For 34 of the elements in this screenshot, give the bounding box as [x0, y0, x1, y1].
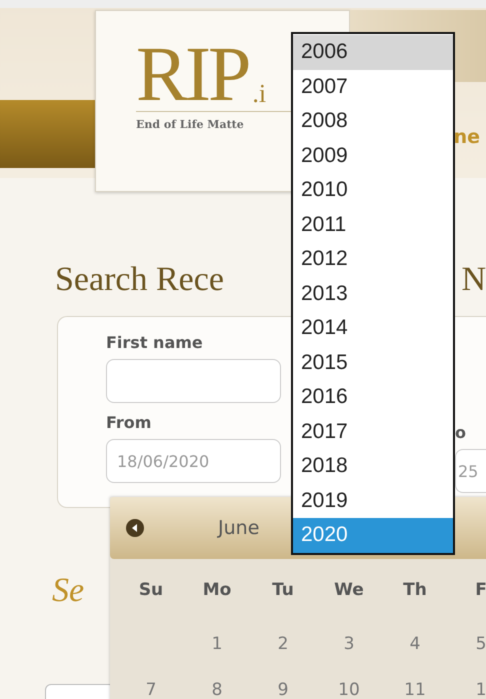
- calendar-day[interactable]: 1: [184, 621, 250, 667]
- to-date-field[interactable]: 25: [455, 449, 486, 493]
- field-label: o: [455, 422, 467, 444]
- calendar-day[interactable]: 1: [448, 667, 486, 699]
- page-heading: Search Rece: [55, 260, 224, 300]
- month-label[interactable]: June: [218, 517, 260, 539]
- field-label: From: [106, 412, 152, 434]
- weekday-label: F: [474, 579, 486, 602]
- calendar-day[interactable]: 7: [118, 667, 184, 699]
- weekday-label: Th: [402, 579, 428, 602]
- field-label: First name: [106, 332, 204, 354]
- first-name-field[interactable]: [106, 359, 281, 403]
- calendar-day[interactable]: 11: [382, 667, 448, 699]
- calendar-day[interactable]: 3: [316, 621, 382, 667]
- section-heading: Se: [52, 572, 84, 610]
- logo-mark: RIP: [136, 39, 248, 109]
- previous-month-icon[interactable]: [126, 519, 144, 537]
- calendar-day[interactable]: 4: [382, 621, 448, 667]
- year-option[interactable]: 2006: [293, 35, 453, 70]
- weekday-label: Tu: [271, 579, 295, 602]
- weekday-label: Su: [138, 579, 164, 602]
- weekday-label: Mo: [202, 579, 232, 602]
- weekday-label: We: [333, 579, 365, 602]
- nav-link[interactable]: ne: [454, 126, 480, 148]
- calendar-day[interactable]: 5: [448, 621, 486, 667]
- calendar-day[interactable]: 10: [316, 667, 382, 699]
- logo-tagline: End of Life Matte: [136, 118, 244, 131]
- calendar-day[interactable]: 9: [250, 667, 316, 699]
- year-option[interactable]: 2020: [293, 518, 453, 552]
- from-date-field[interactable]: 18/06/2020: [106, 439, 281, 483]
- calendar-day[interactable]: 2: [250, 621, 316, 667]
- page-heading: N: [461, 260, 486, 300]
- calendar-day[interactable]: 8: [184, 667, 250, 699]
- logo-suffix: .i: [252, 79, 266, 109]
